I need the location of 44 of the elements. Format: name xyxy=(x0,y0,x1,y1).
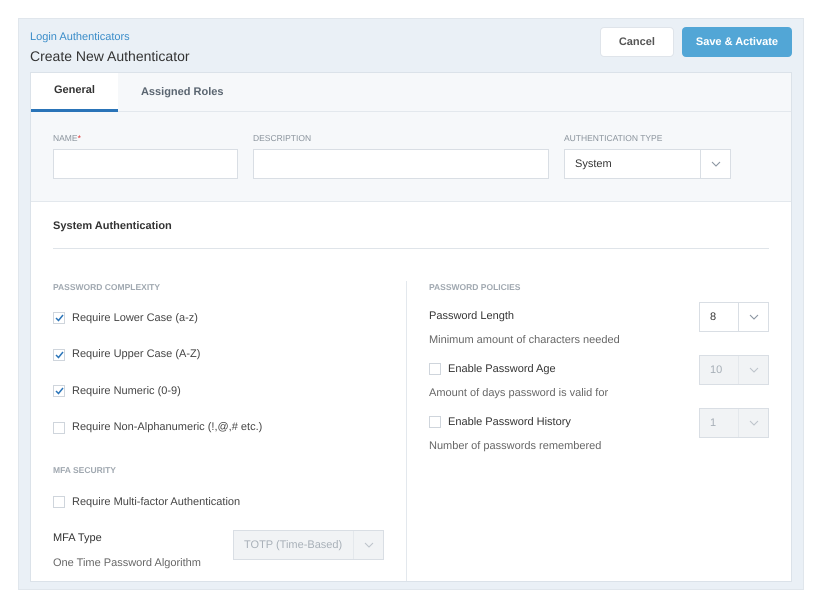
setting-hint: Minimum amount of characters needed xyxy=(429,333,620,348)
text-field[interactable] xyxy=(53,149,238,180)
dropdown-value: System xyxy=(574,157,613,172)
chevron-down-icon xyxy=(748,420,758,426)
dropdown[interactable]: System xyxy=(564,149,731,180)
checkbox-label: Require Lower Case (a-z) xyxy=(72,310,198,326)
dropdown-value: 10 xyxy=(709,362,724,378)
setting-label: Password Length xyxy=(429,308,515,324)
chevron-down-icon xyxy=(364,542,374,548)
field-label: AUTHENTICATION TYPE xyxy=(564,132,664,144)
field-label: DESCRIPTION xyxy=(253,132,312,144)
dropdown-value: 8 xyxy=(709,310,718,324)
chevron-down-icon xyxy=(710,161,720,168)
dropdown-value: 1 xyxy=(709,416,718,430)
setting-hint: Number of passwords remembered xyxy=(429,439,602,454)
text-field[interactable] xyxy=(253,149,549,180)
checkbox-label: Enable Password History xyxy=(448,414,571,430)
setting-label: MFA Type xyxy=(53,531,103,546)
checkbox-label: Enable Password Age xyxy=(448,362,556,377)
tab[interactable]: Assigned Roles xyxy=(118,72,246,112)
page-title: Create New Authenticator xyxy=(30,46,190,66)
setting-hint: One Time Password Algorithm xyxy=(53,556,201,570)
cancel-button[interactable]: Cancel xyxy=(600,27,674,57)
checkbox[interactable] xyxy=(53,385,65,397)
checkbox-label: Require Upper Case (A-Z) xyxy=(72,347,200,362)
group-heading: PASSWORD COMPLEXITY xyxy=(53,281,162,294)
checkbox[interactable] xyxy=(53,348,65,360)
chevron-down-icon xyxy=(748,314,758,320)
section-title: System Authentication xyxy=(53,202,769,249)
checkbox-label: Require Non-Alphanumeric (!,@,# etc.) xyxy=(72,420,262,436)
group-heading: PASSWORD POLICIES xyxy=(429,281,522,294)
checkbox[interactable] xyxy=(53,422,65,434)
field-label: NAME* xyxy=(53,132,82,144)
setting-hint: Amount of days password is valid for xyxy=(429,386,608,402)
checkbox[interactable] xyxy=(53,312,65,324)
dropdown[interactable]: 8 xyxy=(699,302,769,332)
group-heading: MFA SECURITY xyxy=(53,464,117,476)
chevron-down-icon xyxy=(748,366,758,373)
checkbox-label: Require Multi-factor Authentication xyxy=(72,494,240,510)
breadcrumb-link[interactable]: Login Authenticators xyxy=(30,29,190,46)
dropdown-value: TOTP (Time-Based) xyxy=(243,538,344,553)
checkbox[interactable] xyxy=(53,496,65,508)
tab[interactable]: General xyxy=(31,72,118,112)
checkbox-label: Require Numeric (0-9) xyxy=(72,384,181,399)
